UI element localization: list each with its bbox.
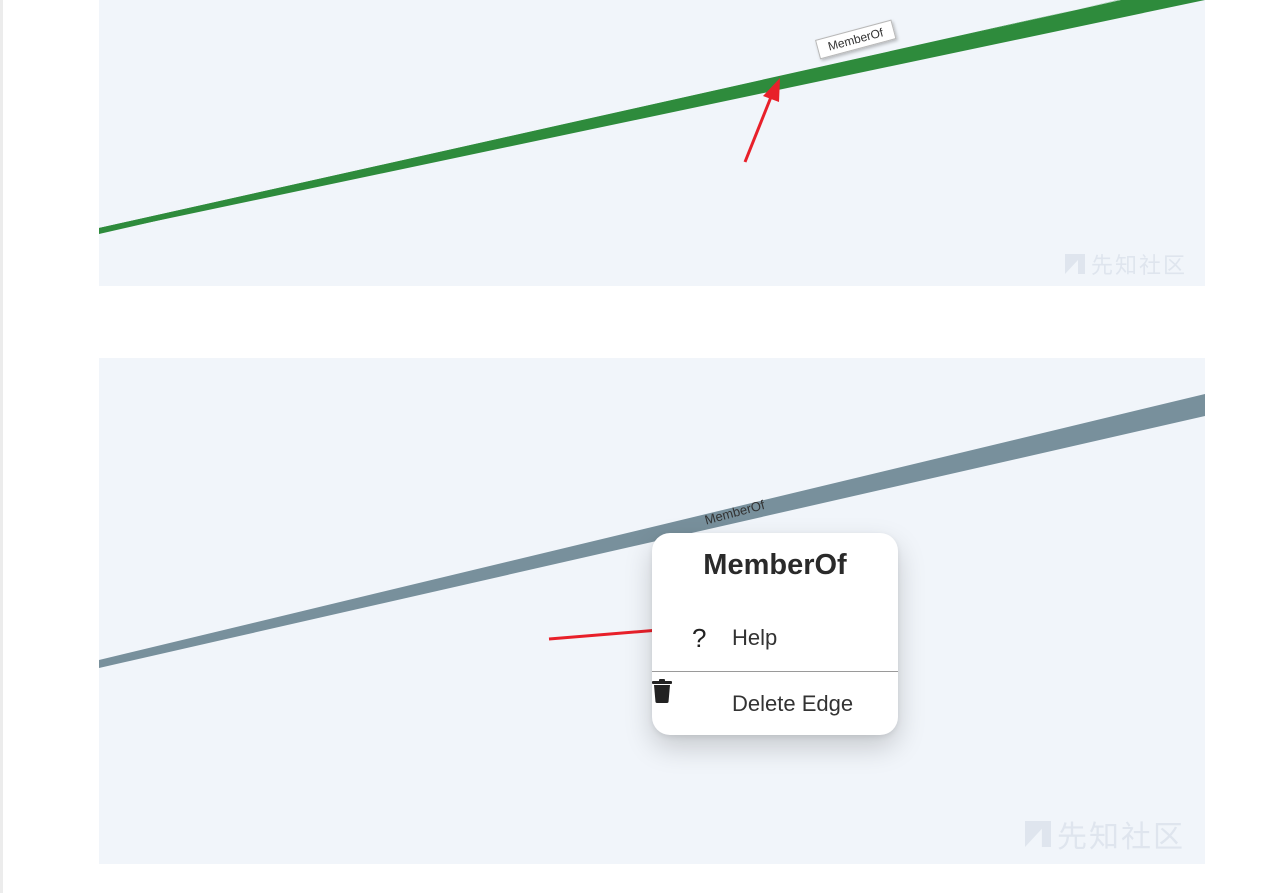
question-mark-icon: ?: [692, 623, 707, 653]
context-menu-title: MemberOf: [703, 549, 847, 581]
delete-edge-menu-item[interactable]: Delete Edge: [652, 679, 898, 729]
graph-canvas-bottom[interactable]: MemberOf MemberOf ? Help Delete Edge 先知社…: [99, 358, 1205, 864]
red-annotation-arrow-top: [743, 91, 775, 163]
red-annotation-arrow-bottom: [548, 628, 660, 641]
edge-memberof-green[interactable]: [99, 0, 1205, 234]
delete-edge-label: Delete Edge: [732, 691, 854, 716]
edge-memberof-green-body[interactable]: [99, 0, 1205, 233]
left-border: [0, 0, 3, 893]
watermark-top: 先知社区: [1064, 248, 1187, 280]
graph-canvas-top[interactable]: MemberOf 先知社区: [99, 0, 1205, 286]
graph-edges-top: [99, 0, 1205, 234]
watermark-logo-icon: [1064, 254, 1085, 274]
watermark-text: 先知社区: [1090, 253, 1187, 278]
help-menu-item[interactable]: ? Help: [652, 613, 898, 663]
edge-context-menu: MemberOf ? Help Delete Edge: [652, 533, 898, 735]
menu-divider: [652, 671, 898, 672]
help-label: Help: [732, 625, 778, 650]
watermark-text: 先知社区: [1057, 821, 1185, 854]
watermark-bottom: 先知社区: [1025, 812, 1185, 856]
watermark-logo-icon: [1025, 821, 1051, 847]
